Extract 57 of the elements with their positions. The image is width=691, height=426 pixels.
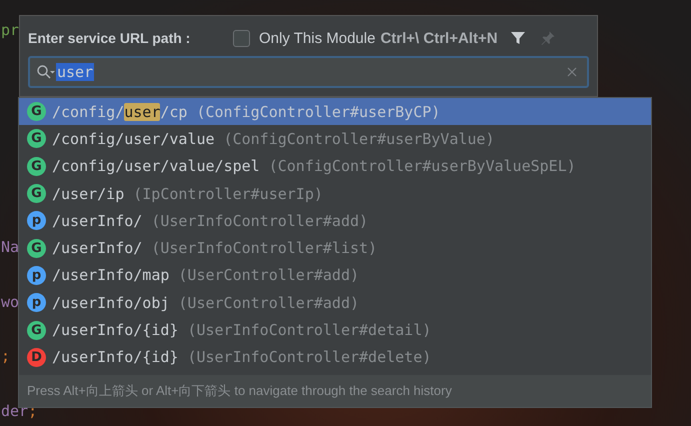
url-path-text: /config/ [52,102,124,121]
url-path-text: /cp [160,102,188,121]
result-row[interactable]: D /userInfo/{id} (UserInfoController#delete) [19,344,651,371]
url-path: /config/user/value [52,130,215,148]
result-row[interactable]: G /userInfo/ (UserInfoController#list) [19,234,651,262]
method-badge: G [27,129,46,148]
result-row[interactable]: G /config/user/cp (ConfigController#userByCP) [19,98,651,126]
url-path: /config/user/value/spel [52,157,260,176]
handler-name: (UserInfoController#list) [151,239,378,258]
result-row[interactable]: p /userInfo/obj (UserController#add) [19,289,651,316]
matched-text: user [124,102,160,121]
clear-icon[interactable] [567,67,577,77]
handler-name: (UserController#add) [178,294,360,312]
url-path: /userInfo/map [52,266,170,284]
url-path: /userInfo/ [52,212,142,230]
method-badge: p [27,266,46,285]
handler-name: (ConfigController#userByCP) [196,102,440,121]
popup-title: Enter service URL path : [28,30,192,46]
url-path: /user/ip [52,184,124,203]
handler-name: (IpController#userIp) [133,184,323,203]
method-badge: G [27,238,46,258]
method-badge: G [27,320,46,340]
result-row[interactable]: G /user/ip (IpController#userIp) [19,180,651,208]
code-fragment: Na [1,238,20,256]
url-path: /userInfo/obj [52,294,170,312]
result-row[interactable]: G /config/user/value (ConfigController#userByValue) [19,125,651,153]
result-row[interactable]: G /userInfo/{id} (UserInfoController#detail) [19,316,651,344]
method-badge: D [27,348,46,367]
url-path: /userInfo/ [52,239,142,258]
url-path: /userInfo/{id} [52,348,178,366]
method-badge: p [27,293,46,312]
handler-name: (UserController#add) [178,266,360,284]
search-icon [36,64,56,80]
method-badge: p [27,211,46,230]
result-row[interactable]: p /userInfo/ (UserInfoController#add) [19,207,651,234]
search-history-hint: Press Alt+向上箭头 or Alt+向下箭头 to navigate through the search history [19,375,651,407]
handler-name: (UserInfoController#delete) [187,348,432,366]
search-field[interactable]: user [28,56,589,88]
url-path: /userInfo/{id} [52,321,178,340]
pin-icon[interactable] [540,30,556,46]
code-fragment: wo [1,292,20,311]
result-row[interactable]: p /userInfo/map (UserController#add) [19,262,651,290]
filter-icon[interactable] [510,30,526,46]
method-badge: G [27,102,46,122]
result-row[interactable]: G /config/user/value/spel (ConfigController#userByValueSpEL) [19,152,651,180]
module-checkbox[interactable] [233,30,250,46]
method-badge: G [27,156,46,176]
handler-name: (ConfigController#userByValue) [224,130,494,148]
handler-name: (UserInfoController#add) [151,212,368,230]
search-value: user [56,63,94,81]
method-badge: G [27,184,46,204]
code-fragment: ; [1,347,10,366]
checkbox-label[interactable]: Only This Module [259,30,376,46]
shortcut-hint: Ctrl+\ Ctrl+Alt+N [380,30,498,46]
code-fragment: pr [1,21,20,39]
handler-name: (UserInfoController#detail) [187,321,432,340]
handler-name: (ConfigController#userByValueSpEL) [268,157,576,176]
